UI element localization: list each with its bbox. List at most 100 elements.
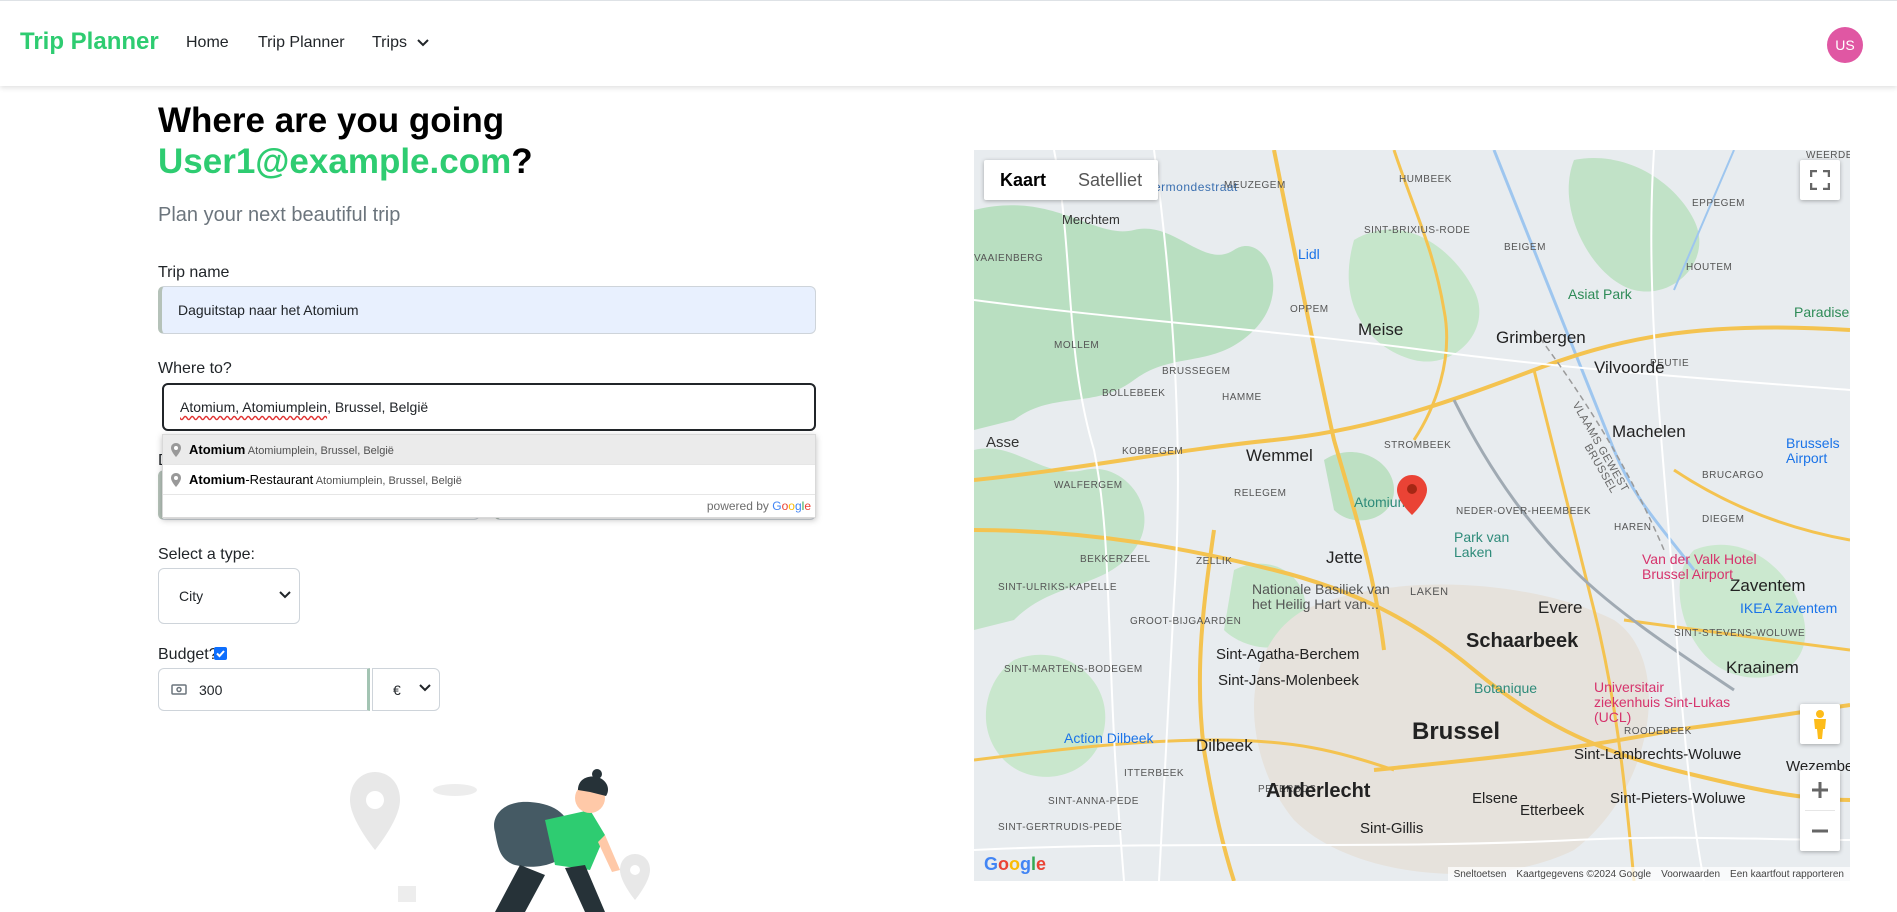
where-to-label: Where to? xyxy=(158,360,232,377)
budget-input[interactable]: 300 xyxy=(158,668,370,711)
where-to-input[interactable]: Atomium, Atomiumplein, Brussel, België xyxy=(162,383,816,431)
map-label: ITTERBEEK xyxy=(1124,768,1185,779)
map-label: RELEGEM xyxy=(1234,488,1287,499)
map-poi-label: Action Dilbeek xyxy=(1064,730,1154,746)
map-label: Etterbeek xyxy=(1520,802,1585,819)
map-label: Sint-Pieters-Woluwe xyxy=(1610,790,1746,807)
map-label: Merchtem xyxy=(1062,212,1120,227)
map-label: Grimbergen xyxy=(1496,328,1586,347)
map-label: STROMBEEK xyxy=(1384,440,1452,451)
map-label: KOBBEGEM xyxy=(1122,446,1184,457)
trip-name-value: Daguitstap naar het Atomium xyxy=(178,302,359,318)
user-email: User1@example.com xyxy=(158,142,512,181)
map-type-satelliet[interactable]: Satelliet xyxy=(1062,160,1158,200)
chevron-down-icon xyxy=(279,591,291,599)
map-label: VAAIENBERG xyxy=(974,253,1044,264)
map-type-kaart[interactable]: Kaart xyxy=(984,160,1062,200)
plus-icon xyxy=(1812,782,1828,798)
map-label: Wemmel xyxy=(1246,446,1313,465)
map-label: ROODEBEEK xyxy=(1624,726,1692,737)
page-subtitle: Plan your next beautiful trip xyxy=(158,204,401,226)
report-error-link[interactable]: Een kaartfout rapporteren xyxy=(1730,869,1844,880)
traveler-illustration xyxy=(350,769,650,912)
map-label: HOUTEM xyxy=(1686,262,1733,273)
fullscreen-icon xyxy=(1810,170,1830,190)
title-line: Where are you going xyxy=(158,101,505,140)
street-view-button[interactable] xyxy=(1800,704,1840,744)
map-label: SINT-ULRIKS-KAPELLE xyxy=(998,582,1117,593)
map-label: Machelen xyxy=(1612,422,1686,441)
autocomplete-item[interactable]: Atomium Atomiumplein, Brussel, België xyxy=(163,435,815,465)
google-logo: Google xyxy=(984,854,1046,875)
cash-icon xyxy=(171,684,187,695)
currency-value: € xyxy=(393,681,401,698)
autocomplete-main-suffix: -Restaurant xyxy=(245,472,314,487)
autocomplete-match: Atomium xyxy=(189,472,246,487)
trip-name-input[interactable]: Daguitstap naar het Atomium xyxy=(158,286,816,334)
map-label: GROOT-BIJGAARDEN xyxy=(1130,616,1242,627)
google-letter: G xyxy=(772,499,782,513)
checkmark-icon xyxy=(216,650,225,658)
nav-trips-label: Trips xyxy=(372,34,407,52)
page-title: Where are you going User1@example.com? xyxy=(158,100,533,182)
brand-logo[interactable]: Trip Planner xyxy=(20,28,159,56)
trip-name-label: Trip name xyxy=(158,264,230,281)
map-label: BOLLEBEEK xyxy=(1102,388,1166,399)
map-label: Schaarbeek xyxy=(1466,630,1579,652)
map-label: HAREN xyxy=(1614,522,1652,533)
map-poi-label: Brussels Airport xyxy=(1786,435,1840,466)
autocomplete-item[interactable]: Atomium-Restaurant Atomiumplein, Brussel… xyxy=(163,465,815,495)
map-label: SINT-MARTENS-BODEGEM xyxy=(1004,664,1143,675)
google-letter: g xyxy=(794,499,802,513)
type-select[interactable]: City xyxy=(158,568,300,624)
title-question-mark: ? xyxy=(511,142,533,181)
autocomplete-match: Atomium xyxy=(189,442,246,457)
type-label: Select a type: xyxy=(158,546,255,563)
type-select-value: City xyxy=(179,588,204,604)
map-label: BEIGEM xyxy=(1504,242,1546,253)
map-poi-label: Universitair ziekenhuis Sint-Lukas (UCL) xyxy=(1594,679,1731,725)
chevron-down-icon xyxy=(419,684,431,692)
nav-home[interactable]: Home xyxy=(186,34,229,52)
map-poi-label: Park van Laken xyxy=(1454,529,1510,560)
map-label: BRUCARGO xyxy=(1702,470,1764,481)
terms-link[interactable]: Voorwaarden xyxy=(1661,869,1720,880)
autocomplete-dropdown: Atomium Atomiumplein, Brussel, België At… xyxy=(162,434,816,518)
budget-checkbox[interactable] xyxy=(214,647,227,660)
map-label: Vilvoorde xyxy=(1594,358,1665,377)
keyboard-shortcuts-link[interactable]: Sneltoetsen xyxy=(1454,869,1507,880)
chevron-down-icon xyxy=(417,34,430,52)
map-label: SINT-GERTRUDIS-PEDE xyxy=(998,822,1123,833)
google-letter: G xyxy=(984,854,999,874)
nav-trip-planner[interactable]: Trip Planner xyxy=(258,34,345,52)
powered-by-text: powered by xyxy=(706,499,769,513)
map-label: SINT-STEVENS-WOLUWE xyxy=(1674,628,1806,639)
map[interactable]: Merchtem ermondestraat MEUZEGEM SINT-BRI… xyxy=(974,150,1850,881)
map-label: Asse xyxy=(986,434,1020,451)
google-letter: g xyxy=(1020,854,1032,874)
map-label: BRUSSEGEM xyxy=(1162,366,1231,377)
map-label: MEUZEGEM xyxy=(1224,180,1286,191)
map-poi-label: Paradise Cit xyxy=(1794,304,1850,320)
map-label: NEDER-OVER-HEEMBEEK xyxy=(1456,506,1592,517)
zoom-in-button[interactable] xyxy=(1800,770,1840,810)
map-label: HAMME xyxy=(1222,392,1262,403)
user-avatar[interactable]: US xyxy=(1827,27,1863,63)
map-label: Meise xyxy=(1358,320,1404,339)
map-label: Sint-Lambrechts-Woluwe xyxy=(1574,746,1742,763)
google-letter: o xyxy=(1009,854,1021,874)
location-pin-icon xyxy=(171,443,181,457)
navbar: Trip Planner Home Trip Planner Trips US xyxy=(0,0,1897,86)
google-letter: o xyxy=(998,854,1010,874)
map-label: Jette xyxy=(1326,548,1363,567)
nav-trips-dropdown[interactable]: Trips xyxy=(372,34,430,52)
map-label: Anderlecht xyxy=(1266,780,1371,802)
location-marker-icon[interactable] xyxy=(1397,475,1427,515)
map-label: Evere xyxy=(1538,598,1583,617)
fullscreen-button[interactable] xyxy=(1800,160,1840,200)
google-letter: e xyxy=(1036,854,1047,874)
pegman-icon xyxy=(1814,710,1826,739)
currency-select[interactable]: € xyxy=(372,668,440,711)
zoom-control xyxy=(1800,770,1840,851)
zoom-out-button[interactable] xyxy=(1800,811,1840,851)
